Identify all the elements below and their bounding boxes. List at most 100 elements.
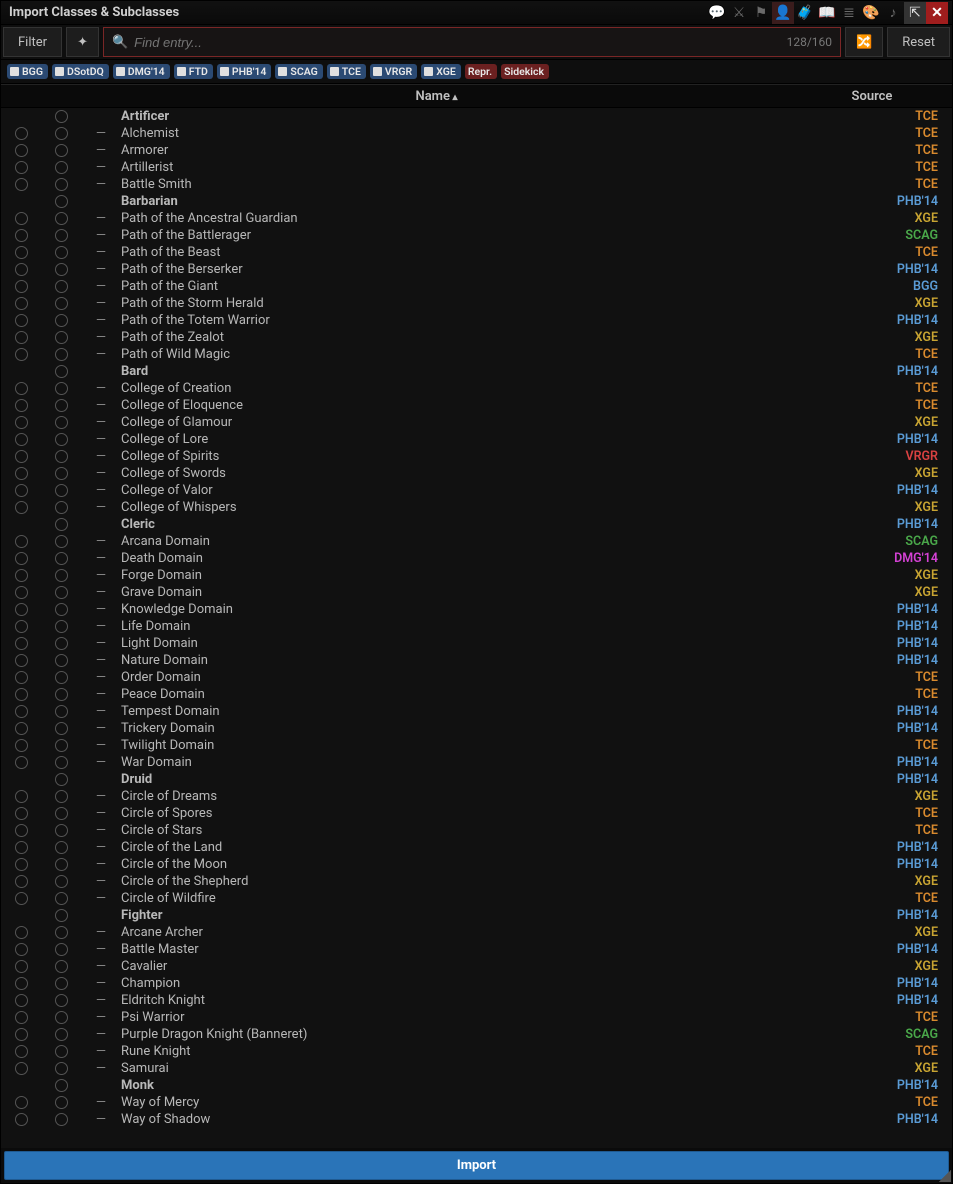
select-radio[interactable] [55, 297, 68, 310]
select-radio[interactable] [55, 875, 68, 888]
shuffle-icon[interactable]: 🔀 [845, 27, 883, 57]
search-input[interactable] [134, 35, 786, 50]
list-row[interactable]: —Path of the Totem WarriorPHB'14 [1, 312, 952, 329]
list-row[interactable]: —Knowledge DomainPHB'14 [1, 601, 952, 618]
select-radio[interactable] [15, 178, 28, 191]
col-name-header[interactable]: Name [81, 89, 792, 104]
select-radio[interactable] [55, 722, 68, 735]
select-radio[interactable] [55, 314, 68, 327]
select-radio[interactable] [55, 518, 68, 531]
select-radio[interactable] [15, 654, 28, 667]
select-radio[interactable] [15, 144, 28, 157]
select-radio[interactable] [55, 790, 68, 803]
select-radio[interactable] [55, 1113, 68, 1126]
list-row[interactable]: —Forge DomainXGE [1, 567, 952, 584]
filter-pill-xge[interactable]: XGE [421, 64, 461, 79]
select-radio[interactable] [15, 705, 28, 718]
list-row[interactable]: MonkPHB'14 [1, 1077, 952, 1094]
select-radio[interactable] [15, 382, 28, 395]
select-radio[interactable] [15, 331, 28, 344]
filter-pill-vrgr[interactable]: VRGR [370, 64, 417, 79]
select-radio[interactable] [55, 603, 68, 616]
import-button[interactable]: Import [4, 1151, 949, 1180]
select-radio[interactable] [15, 688, 28, 701]
select-radio[interactable] [15, 824, 28, 837]
flag-icon[interactable]: ⚑ [750, 2, 772, 24]
select-radio[interactable] [15, 892, 28, 905]
select-radio[interactable] [55, 739, 68, 752]
filter-pill-dmg14[interactable]: DMG'14 [113, 64, 170, 79]
select-radio[interactable] [55, 824, 68, 837]
list-row[interactable]: —College of EloquenceTCE [1, 397, 952, 414]
select-radio[interactable] [15, 229, 28, 242]
list-row[interactable]: —Purple Dragon Knight (Banneret)SCAG [1, 1026, 952, 1043]
filter-button[interactable]: Filter [3, 27, 62, 57]
select-radio[interactable] [15, 994, 28, 1007]
list-row[interactable]: —Trickery DomainPHB'14 [1, 720, 952, 737]
list-row[interactable]: —Path of the BeastTCE [1, 244, 952, 261]
user-icon[interactable]: 👤 [772, 2, 794, 24]
list-row[interactable]: —CavalierXGE [1, 958, 952, 975]
select-radio[interactable] [15, 637, 28, 650]
select-radio[interactable] [55, 569, 68, 582]
select-radio[interactable] [55, 348, 68, 361]
list-row[interactable]: —Arcana DomainSCAG [1, 533, 952, 550]
select-radio[interactable] [15, 416, 28, 429]
list-row[interactable]: —Circle of the MoonPHB'14 [1, 856, 952, 873]
select-radio[interactable] [15, 807, 28, 820]
select-radio[interactable] [55, 552, 68, 565]
rows-list[interactable]: ArtificerTCE—AlchemistTCE—ArmorerTCE—Art… [1, 108, 952, 1148]
chat-icon[interactable]: 💬 [706, 2, 728, 24]
select-radio[interactable] [55, 943, 68, 956]
select-radio[interactable] [55, 229, 68, 242]
select-radio[interactable] [55, 450, 68, 463]
select-radio[interactable] [55, 1096, 68, 1109]
filter-pill-dsotdq[interactable]: DSotDQ [52, 64, 109, 79]
select-radio[interactable] [55, 841, 68, 854]
select-radio[interactable] [15, 297, 28, 310]
filter-pill-repr[interactable]: Repr. [465, 64, 497, 79]
select-radio[interactable] [15, 926, 28, 939]
reset-button[interactable]: Reset [887, 27, 950, 57]
select-radio[interactable] [55, 501, 68, 514]
select-radio[interactable] [55, 416, 68, 429]
select-radio[interactable] [55, 994, 68, 1007]
list-row[interactable]: —Circle of the LandPHB'14 [1, 839, 952, 856]
select-radio[interactable] [55, 960, 68, 973]
select-radio[interactable] [15, 620, 28, 633]
select-radio[interactable] [55, 688, 68, 701]
list-row[interactable]: FighterPHB'14 [1, 907, 952, 924]
select-radio[interactable] [15, 280, 28, 293]
select-radio[interactable] [15, 552, 28, 565]
select-radio[interactable] [55, 331, 68, 344]
select-radio[interactable] [55, 756, 68, 769]
swords-icon[interactable]: ⚔ [728, 2, 750, 24]
list-row[interactable]: —Path of the GiantBGG [1, 278, 952, 295]
select-radio[interactable] [15, 790, 28, 803]
select-radio[interactable] [55, 705, 68, 718]
select-radio[interactable] [55, 858, 68, 871]
select-radio[interactable] [55, 637, 68, 650]
list-row[interactable]: —Battle SmithTCE [1, 176, 952, 193]
collapse-icon[interactable]: ✦ [66, 27, 99, 57]
select-radio[interactable] [55, 620, 68, 633]
list-row[interactable]: —Path of the BattleragerSCAG [1, 227, 952, 244]
list-row[interactable]: —Nature DomainPHB'14 [1, 652, 952, 669]
select-radio[interactable] [15, 875, 28, 888]
list-row[interactable]: —Psi WarriorTCE [1, 1009, 952, 1026]
select-radio[interactable] [15, 1113, 28, 1126]
list-row[interactable]: —Way of ShadowPHB'14 [1, 1111, 952, 1128]
close-icon[interactable]: ✕ [926, 2, 948, 24]
list-row[interactable]: —Twilight DomainTCE [1, 737, 952, 754]
select-radio[interactable] [55, 467, 68, 480]
select-radio[interactable] [55, 671, 68, 684]
select-radio[interactable] [15, 212, 28, 225]
select-radio[interactable] [55, 535, 68, 548]
select-radio[interactable] [15, 1028, 28, 1041]
select-radio[interactable] [15, 722, 28, 735]
list-row[interactable]: —College of SpiritsVRGR [1, 448, 952, 465]
list-row[interactable]: —College of WhispersXGE [1, 499, 952, 516]
select-radio[interactable] [15, 501, 28, 514]
select-radio[interactable] [55, 807, 68, 820]
filter-pill-scag[interactable]: SCAG [275, 64, 322, 79]
